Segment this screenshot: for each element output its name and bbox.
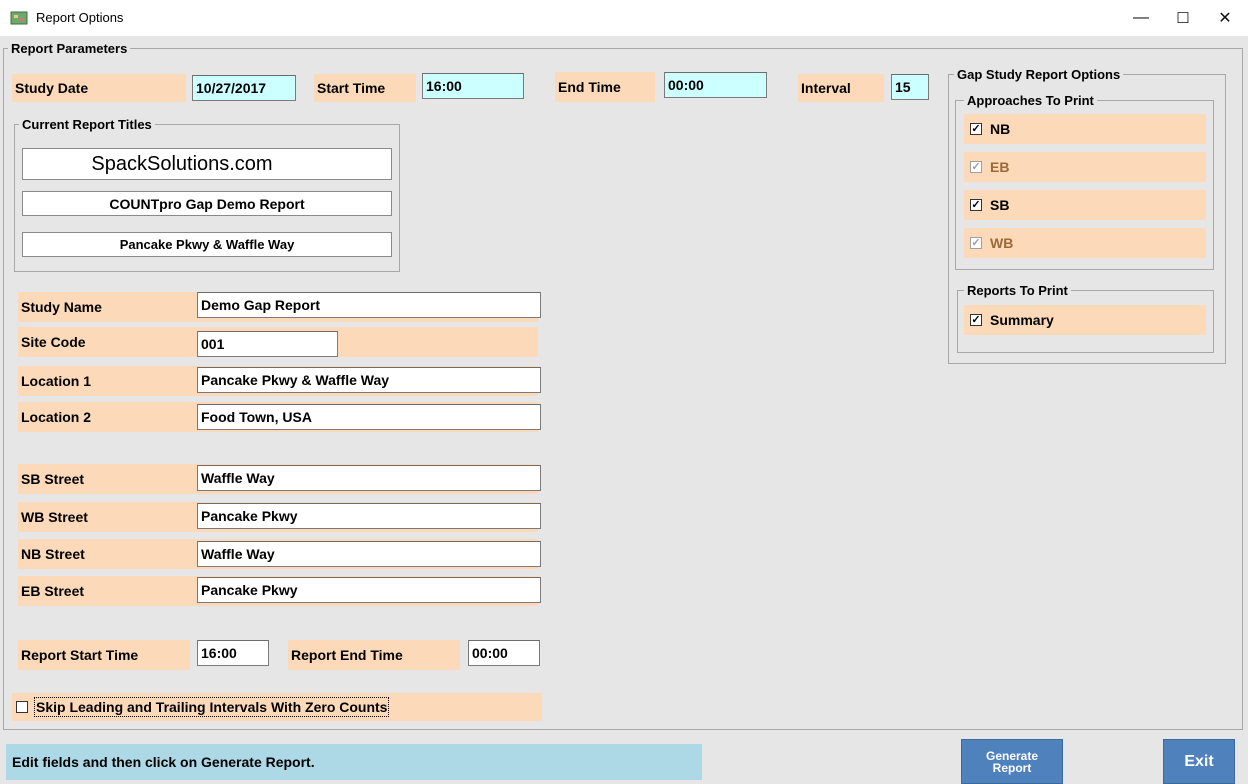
study-name-field[interactable]: Demo Gap Report bbox=[197, 292, 541, 318]
minimize-button[interactable]: — bbox=[1120, 0, 1162, 36]
wb-checkbox[interactable]: ✓ bbox=[970, 237, 982, 249]
nb-label: NB bbox=[990, 121, 1011, 137]
wb-street-field[interactable]: Pancake Pkwy bbox=[197, 503, 541, 529]
study-date-label: Study Date bbox=[12, 74, 186, 102]
report-title-2[interactable]: COUNTpro Gap Demo Report bbox=[22, 191, 392, 216]
eb-checkbox[interactable]: ✓ bbox=[970, 161, 982, 173]
window-title: Report Options bbox=[36, 10, 124, 25]
title-bar: Report Options — ☐ ✕ bbox=[0, 0, 1248, 36]
location2-field[interactable]: Food Town, USA bbox=[197, 404, 541, 430]
skip-zero-checkbox-row[interactable]: Skip Leading and Trailing Intervals With… bbox=[12, 693, 542, 721]
location1-field[interactable]: Pancake Pkwy & Waffle Way bbox=[197, 367, 541, 393]
start-time-field[interactable]: 16:00 bbox=[422, 73, 524, 99]
nb-street-field[interactable]: Waffle Way bbox=[197, 541, 541, 567]
approach-item-nb[interactable]: ✓ NB bbox=[964, 114, 1206, 144]
report-end-time-field[interactable]: 00:00 bbox=[468, 640, 540, 666]
interval-field[interactable]: 15 bbox=[891, 74, 929, 100]
report-title-1[interactable]: SpackSolutions.com bbox=[22, 148, 392, 180]
summary-checkbox[interactable]: ✓ bbox=[970, 314, 982, 326]
approach-item-eb[interactable]: ✓ EB bbox=[964, 152, 1206, 182]
report-start-time-label: Report Start Time bbox=[18, 640, 190, 670]
maximize-button[interactable]: ☐ bbox=[1162, 0, 1204, 36]
end-time-label: End Time bbox=[555, 72, 655, 102]
reports-title: Reports To Print bbox=[964, 283, 1071, 298]
study-date-field[interactable]: 10/27/2017 bbox=[192, 75, 296, 101]
exit-button[interactable]: Exit bbox=[1163, 739, 1235, 784]
report-titles-title: Current Report Titles bbox=[19, 117, 155, 132]
sb-street-field[interactable]: Waffle Way bbox=[197, 465, 541, 491]
app-icon bbox=[10, 10, 28, 26]
eb-street-field[interactable]: Pancake Pkwy bbox=[197, 577, 541, 603]
report-start-time-field[interactable]: 16:00 bbox=[197, 640, 269, 666]
interval-label: Interval bbox=[798, 74, 884, 102]
approach-item-sb[interactable]: ✓ SB bbox=[964, 190, 1206, 220]
close-button[interactable]: ✕ bbox=[1204, 0, 1246, 36]
approach-item-wb[interactable]: ✓ WB bbox=[964, 228, 1206, 258]
sb-label: SB bbox=[990, 197, 1010, 213]
report-title-1-text: SpackSolutions.com bbox=[91, 152, 273, 175]
skip-zero-checkbox[interactable] bbox=[16, 701, 28, 713]
summary-label: Summary bbox=[990, 312, 1054, 328]
nb-checkbox[interactable]: ✓ bbox=[970, 123, 982, 135]
approaches-title: Approaches To Print bbox=[964, 93, 1097, 108]
report-end-time-label: Report End Time bbox=[288, 640, 460, 670]
gap-options-title: Gap Study Report Options bbox=[954, 67, 1124, 82]
status-message: Edit fields and then click on Generate R… bbox=[6, 744, 702, 780]
report-parameters-title: Report Parameters bbox=[8, 41, 131, 56]
generate-report-button[interactable]: Generate Report bbox=[961, 739, 1063, 784]
start-time-label: Start Time bbox=[314, 74, 416, 102]
site-code-field[interactable]: 001 bbox=[197, 331, 338, 357]
eb-label: EB bbox=[990, 159, 1010, 175]
wb-label: WB bbox=[990, 235, 1014, 251]
sb-checkbox[interactable]: ✓ bbox=[970, 199, 982, 211]
report-title-3[interactable]: Pancake Pkwy & Waffle Way bbox=[22, 232, 392, 257]
report-item-summary[interactable]: ✓ Summary bbox=[964, 305, 1206, 335]
skip-zero-label: Skip Leading and Trailing Intervals With… bbox=[33, 697, 390, 717]
end-time-field[interactable]: 00:00 bbox=[664, 72, 767, 98]
